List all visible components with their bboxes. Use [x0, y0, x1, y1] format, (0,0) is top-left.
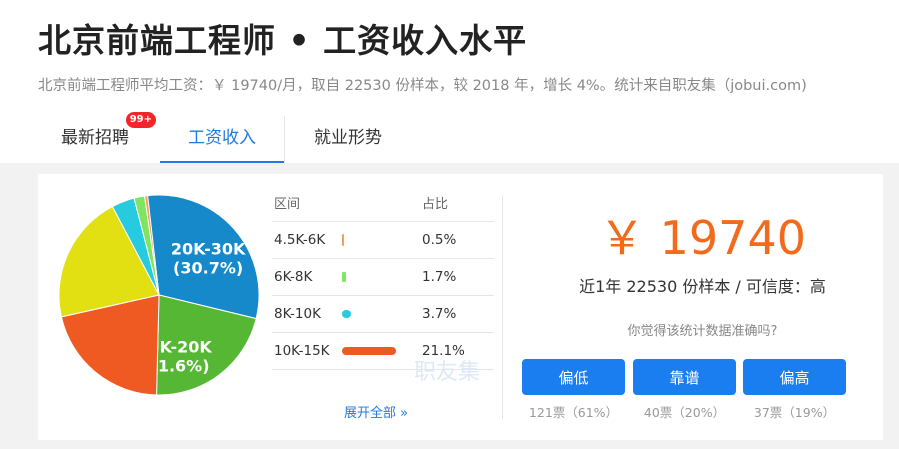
salary-panel: 20K-30K (30.7%) 15K-20K (21.6%) 区间 占比 4.5K-… — [38, 174, 883, 440]
pie-label-20K-30K: 20K-30K (30.7%) — [171, 239, 246, 277]
vote-high-button[interactable]: 偏高 — [743, 359, 846, 395]
vote-high-count: 37票（19%） — [753, 405, 836, 420]
page-subtitle: 北京前端工程师平均工资：￥ 19740/月，取自 22530 份样本，较 201… — [38, 78, 807, 94]
row-range: 6K-8K — [274, 269, 313, 285]
watermark: 职友集 — [414, 360, 481, 385]
vertical-divider — [502, 195, 503, 419]
vote-low-button[interactable]: 偏低 — [522, 359, 625, 395]
row-range: 4.5K-6K — [274, 232, 326, 248]
salary-pie-chart: 20K-30K (30.7%)15K-20K (21.6%) — [58, 194, 260, 396]
new-count-badge: 99+ — [125, 112, 156, 128]
tab-latest-jobs[interactable]: 最新招聘 99+ — [46, 112, 156, 161]
accuracy-question: 你觉得该统计数据准确吗? — [627, 324, 778, 339]
column-header-range: 区间 — [274, 197, 301, 212]
tab-bar: 最新招聘 99+ 工资收入 就业形势 — [38, 112, 899, 163]
salary-range-table: 区间 占比 4.5K-6K 0.5% 6K-8K 1.7% 8K-10K 3.7… — [272, 195, 494, 370]
sample-info: 近1年 22530 份样本 / 可信度：高 — [579, 277, 826, 296]
table-header: 区间 占比 — [272, 195, 494, 222]
vote-reliable-button[interactable]: 靠谱 — [633, 359, 736, 395]
table-row: 6K-8K 1.7% — [272, 259, 494, 296]
tab-employment-trend[interactable]: 就业形势 — [298, 116, 398, 161]
row-range: 8K-10K — [274, 306, 321, 322]
ratio-bar — [342, 310, 351, 318]
ratio-bar — [342, 272, 346, 282]
ratio-bar — [342, 234, 344, 246]
tab-divider — [284, 116, 285, 163]
tab-salary[interactable]: 工资收入 — [160, 116, 284, 163]
tab-label: 就业形势 — [314, 128, 382, 148]
ratio-bar — [342, 347, 396, 355]
vote-low-count: 121票（61%） — [528, 405, 619, 420]
tab-label: 工资收入 — [188, 128, 256, 148]
row-range: 10K-15K — [274, 343, 330, 359]
row-ratio: 1.7% — [422, 269, 457, 285]
vote-reliable-count: 40票（20%） — [643, 405, 726, 420]
row-ratio: 3.7% — [422, 306, 457, 322]
page-title: 北京前端工程师 • 工资收入水平 — [38, 21, 528, 60]
tab-label: 最新招聘 — [61, 128, 129, 148]
table-row: 4.5K-6K 0.5% — [272, 222, 494, 259]
average-salary: ￥ 19740 — [599, 211, 806, 265]
row-ratio: 0.5% — [422, 232, 457, 248]
column-header-ratio: 占比 — [422, 197, 449, 212]
table-row: 8K-10K 3.7% — [272, 296, 494, 333]
page-header: 北京前端工程师 • 工资收入水平 北京前端工程师平均工资：￥ 19740/月，取… — [0, 0, 899, 163]
expand-all-link[interactable]: 展开全部 » — [344, 402, 408, 421]
